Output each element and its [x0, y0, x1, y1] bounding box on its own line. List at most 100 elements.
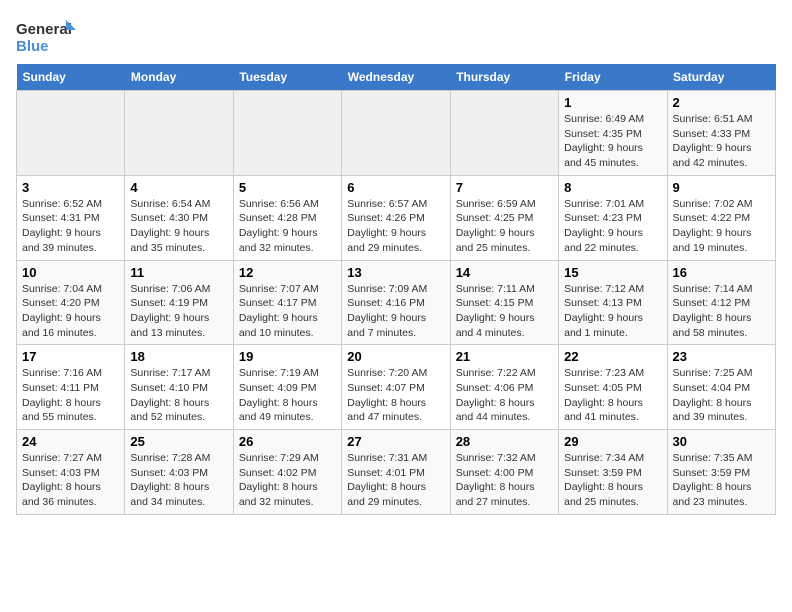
day-info: Sunrise: 7:23 AM Sunset: 4:05 PM Dayligh…	[564, 366, 661, 425]
week-row-2: 10 Sunrise: 7:04 AM Sunset: 4:20 PM Dayli…	[17, 260, 776, 345]
day-number: 4	[130, 180, 227, 195]
day-info: Sunrise: 7:14 AM Sunset: 4:12 PM Dayligh…	[673, 282, 770, 341]
day-info: Sunrise: 7:31 AM Sunset: 4:01 PM Dayligh…	[347, 451, 444, 510]
day-info: Sunrise: 7:20 AM Sunset: 4:07 PM Dayligh…	[347, 366, 444, 425]
day-number: 14	[456, 265, 553, 280]
day-info: Sunrise: 7:19 AM Sunset: 4:09 PM Dayligh…	[239, 366, 336, 425]
calendar-cell: 6Sunrise: 6:57 AM Sunset: 4:26 PM Daylig…	[342, 175, 450, 260]
calendar-cell: 4Sunrise: 6:54 AM Sunset: 4:30 PM Daylig…	[125, 175, 233, 260]
day-info: Sunrise: 6:52 AM Sunset: 4:31 PM Dayligh…	[22, 197, 119, 256]
calendar-cell: 14Sunrise: 7:11 AM Sunset: 4:15 PM Dayli…	[450, 260, 558, 345]
day-number: 29	[564, 434, 661, 449]
day-number: 3	[22, 180, 119, 195]
day-number: 9	[673, 180, 770, 195]
day-info: Sunrise: 6:51 AM Sunset: 4:33 PM Dayligh…	[673, 112, 770, 171]
day-number: 2	[673, 95, 770, 110]
calendar-cell: 29 Sunrise: 7:34 AM Sunset: 3:59 PM Dayli…	[559, 430, 667, 515]
calendar-cell	[233, 91, 341, 176]
calendar-cell: 26Sunrise: 7:29 AM Sunset: 4:02 PM Dayli…	[233, 430, 341, 515]
day-number: 7	[456, 180, 553, 195]
day-header-saturday: Saturday	[667, 64, 775, 91]
day-number: 24	[22, 434, 119, 449]
calendar-cell: 12 Sunrise: 7:07 AM Sunset: 4:17 PM Dayli…	[233, 260, 341, 345]
day-info: Sunrise: 7:32 AM Sunset: 4:00 PM Dayligh…	[456, 451, 553, 510]
day-info: Sunrise: 7:16 AM Sunset: 4:11 PM Dayligh…	[22, 366, 119, 425]
day-header-sunday: Sunday	[17, 64, 125, 91]
calendar-cell: 20 Sunrise: 7:20 AM Sunset: 4:07 PM Dayli…	[342, 345, 450, 430]
calendar-cell: 22 Sunrise: 7:23 AM Sunset: 4:05 PM Dayli…	[559, 345, 667, 430]
day-number: 11	[130, 265, 227, 280]
calendar-cell: 27 Sunrise: 7:31 AM Sunset: 4:01 PM Dayli…	[342, 430, 450, 515]
day-info: Sunrise: 7:22 AM Sunset: 4:06 PM Dayligh…	[456, 366, 553, 425]
day-number: 5	[239, 180, 336, 195]
calendar-cell	[450, 91, 558, 176]
day-info: Sunrise: 7:27 AM Sunset: 4:03 PM Dayligh…	[22, 451, 119, 510]
day-number: 20	[347, 349, 444, 364]
day-info: Sunrise: 7:28 AM Sunset: 4:03 PM Dayligh…	[130, 451, 227, 510]
day-header-monday: Monday	[125, 64, 233, 91]
day-number: 26	[239, 434, 336, 449]
calendar-cell: 3 Sunrise: 6:52 AM Sunset: 4:31 PM Daylig…	[17, 175, 125, 260]
day-info: Sunrise: 7:35 AM Sunset: 3:59 PM Dayligh…	[673, 451, 770, 510]
logo: GeneralBlue	[16, 16, 76, 56]
svg-text:Blue: Blue	[16, 38, 49, 55]
calendar-cell: 28 Sunrise: 7:32 AM Sunset: 4:00 PM Dayli…	[450, 430, 558, 515]
day-number: 16	[673, 265, 770, 280]
calendar-cell: 24 Sunrise: 7:27 AM Sunset: 4:03 PM Dayli…	[17, 430, 125, 515]
day-info: Sunrise: 7:01 AM Sunset: 4:23 PM Dayligh…	[564, 197, 661, 256]
day-number: 22	[564, 349, 661, 364]
day-info: Sunrise: 7:04 AM Sunset: 4:20 PM Dayligh…	[22, 282, 119, 341]
day-number: 12	[239, 265, 336, 280]
calendar-cell	[17, 91, 125, 176]
day-info: Sunrise: 7:34 AM Sunset: 3:59 PM Dayligh…	[564, 451, 661, 510]
day-number: 30	[673, 434, 770, 449]
week-row-3: 17 Sunrise: 7:16 AM Sunset: 4:11 PM Dayli…	[17, 345, 776, 430]
calendar-cell: 21 Sunrise: 7:22 AM Sunset: 4:06 PM Dayli…	[450, 345, 558, 430]
week-row-4: 24 Sunrise: 7:27 AM Sunset: 4:03 PM Dayli…	[17, 430, 776, 515]
calendar-table: SundayMondayTuesdayWednesdayThursdayFrid…	[16, 64, 776, 515]
calendar-cell: 16 Sunrise: 7:14 AM Sunset: 4:12 PM Dayli…	[667, 260, 775, 345]
day-info: Sunrise: 7:02 AM Sunset: 4:22 PM Dayligh…	[673, 197, 770, 256]
calendar-header: SundayMondayTuesdayWednesdayThursdayFrid…	[17, 64, 776, 91]
calendar-cell: 19 Sunrise: 7:19 AM Sunset: 4:09 PM Dayli…	[233, 345, 341, 430]
day-number: 18	[130, 349, 227, 364]
calendar-cell: 5 Sunrise: 6:56 AM Sunset: 4:28 PM Daylig…	[233, 175, 341, 260]
calendar-cell	[125, 91, 233, 176]
day-info: Sunrise: 7:25 AM Sunset: 4:04 PM Dayligh…	[673, 366, 770, 425]
calendar-cell	[342, 91, 450, 176]
day-info: Sunrise: 7:17 AM Sunset: 4:10 PM Dayligh…	[130, 366, 227, 425]
day-info: Sunrise: 6:56 AM Sunset: 4:28 PM Dayligh…	[239, 197, 336, 256]
day-number: 13	[347, 265, 444, 280]
calendar-cell: 30 Sunrise: 7:35 AM Sunset: 3:59 PM Dayli…	[667, 430, 775, 515]
week-row-1: 3 Sunrise: 6:52 AM Sunset: 4:31 PM Daylig…	[17, 175, 776, 260]
calendar-cell: 13 Sunrise: 7:09 AM Sunset: 4:16 PM Dayli…	[342, 260, 450, 345]
calendar-cell: 2 Sunrise: 6:51 AM Sunset: 4:33 PM Daylig…	[667, 91, 775, 176]
calendar-cell: 1Sunrise: 6:49 AM Sunset: 4:35 PM Daylig…	[559, 91, 667, 176]
calendar-cell: 23Sunrise: 7:25 AM Sunset: 4:04 PM Dayli…	[667, 345, 775, 430]
day-header-tuesday: Tuesday	[233, 64, 341, 91]
day-info: Sunrise: 6:59 AM Sunset: 4:25 PM Dayligh…	[456, 197, 553, 256]
svg-text:General: General	[16, 21, 72, 38]
day-header-thursday: Thursday	[450, 64, 558, 91]
calendar-cell: 18 Sunrise: 7:17 AM Sunset: 4:10 PM Dayli…	[125, 345, 233, 430]
day-number: 25	[130, 434, 227, 449]
day-number: 15	[564, 265, 661, 280]
day-info: Sunrise: 7:07 AM Sunset: 4:17 PM Dayligh…	[239, 282, 336, 341]
header: GeneralBlue	[16, 16, 776, 56]
day-number: 10	[22, 265, 119, 280]
logo-svg: GeneralBlue	[16, 16, 76, 56]
day-number: 21	[456, 349, 553, 364]
week-row-0: 1Sunrise: 6:49 AM Sunset: 4:35 PM Daylig…	[17, 91, 776, 176]
calendar-cell: 11 Sunrise: 7:06 AM Sunset: 4:19 PM Dayli…	[125, 260, 233, 345]
calendar-cell: 7 Sunrise: 6:59 AM Sunset: 4:25 PM Daylig…	[450, 175, 558, 260]
day-number: 19	[239, 349, 336, 364]
day-info: Sunrise: 7:09 AM Sunset: 4:16 PM Dayligh…	[347, 282, 444, 341]
day-info: Sunrise: 7:06 AM Sunset: 4:19 PM Dayligh…	[130, 282, 227, 341]
day-number: 1	[564, 95, 661, 110]
day-number: 28	[456, 434, 553, 449]
day-number: 27	[347, 434, 444, 449]
calendar-cell: 9 Sunrise: 7:02 AM Sunset: 4:22 PM Daylig…	[667, 175, 775, 260]
day-number: 17	[22, 349, 119, 364]
calendar-cell: 25 Sunrise: 7:28 AM Sunset: 4:03 PM Dayli…	[125, 430, 233, 515]
calendar-cell: 8Sunrise: 7:01 AM Sunset: 4:23 PM Daylig…	[559, 175, 667, 260]
